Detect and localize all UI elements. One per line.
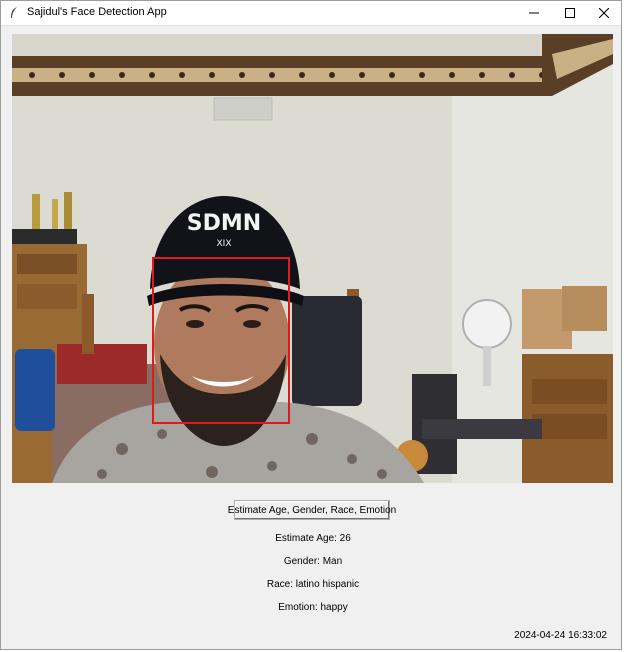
window-title: Sajidul's Face Detection App [27,6,167,18]
title-bar[interactable]: Sajidul's Face Detection App [1,1,621,26]
estimate-button[interactable]: Estimate Age, Gender, Race, Emotion [228,500,396,520]
close-icon [599,8,609,18]
cap-text: SDMN [187,211,261,236]
gender-result: Gender: Man [283,556,343,567]
camera-feed: SDMN XIX [12,34,613,483]
timestamp: 2024-04-24 16:33:02 [514,630,607,641]
feather-icon [9,6,19,20]
emotion-result: Emotion: happy [278,602,348,613]
race-result: Race: latino hispanic [266,579,360,590]
app-window: Sajidul's Face Detection App SDMN XIX Es… [0,0,622,650]
minimize-icon [529,8,539,18]
age-result: Estimate Age: 26 [275,533,351,544]
maximize-icon [565,8,575,18]
cap-subtext: XIX [217,239,232,249]
close-button[interactable] [587,1,621,25]
minimize-button[interactable] [517,1,551,25]
maximize-button[interactable] [553,1,587,25]
